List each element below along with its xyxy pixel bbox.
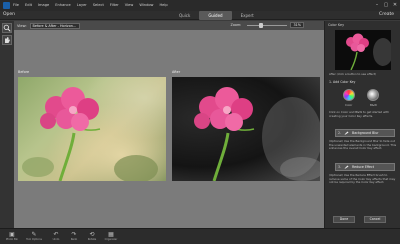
create-button[interactable]: Create	[379, 12, 394, 17]
mode-tabs: Quick Guided Expert	[170, 11, 263, 20]
step3-label: Reduce Effect	[352, 165, 375, 169]
photo-bin-button[interactable]: ▣ Photo Bin	[2, 231, 22, 241]
photo-bin-label: Photo Bin	[5, 238, 19, 241]
tab-expert[interactable]: Expert	[232, 11, 263, 20]
toolbox	[0, 21, 14, 228]
magnifier-icon[interactable]	[2, 23, 12, 33]
photo-bin-icon: ▣	[9, 231, 15, 238]
step1-description: Click on Color and B&W to get started wi…	[329, 110, 390, 118]
menu-layer[interactable]: Layer	[77, 0, 87, 11]
menu-select[interactable]: Select	[93, 0, 104, 11]
maximize-button[interactable]: ▢	[383, 2, 389, 8]
minimize-button[interactable]: –	[374, 2, 380, 8]
color-button[interactable]	[343, 89, 355, 101]
cancel-button[interactable]: Cancel	[364, 216, 386, 223]
view-select[interactable]: Before & After - Horizon...	[29, 22, 80, 29]
undo-label: Undo	[52, 238, 60, 241]
step3-description: (Optional) Use the Reduce Effect brush t…	[329, 173, 396, 185]
rotate-button[interactable]: ⟲ Rotate	[82, 231, 102, 241]
bw-label: B&W	[370, 103, 377, 107]
color-label: Color	[345, 103, 353, 107]
view-label: View:	[17, 23, 27, 28]
redo-icon: ↷	[71, 231, 77, 238]
before-image[interactable]	[18, 77, 166, 181]
reduce-effect-button[interactable]: 3. Reduce Effect	[335, 163, 395, 171]
reduce-brush-icon	[344, 164, 349, 170]
menu-image[interactable]: Image	[38, 0, 49, 11]
tool-options-icon: ✎	[31, 231, 37, 238]
tab-quick[interactable]: Quick	[170, 11, 199, 20]
panel-intro: After (click a button to see effect)	[329, 72, 377, 76]
tool-options-button[interactable]: ✎ Tool Options	[24, 231, 44, 241]
zoom-value[interactable]: 31%	[290, 22, 304, 28]
menu-filter[interactable]: Filter	[110, 0, 119, 11]
step1-heading: 1. Add Color Key	[329, 80, 356, 84]
bottom-bar: ▣ Photo Bin ✎ Tool Options ↶ Undo ↷ Redo…	[0, 228, 400, 244]
tab-guided[interactable]: Guided	[199, 11, 232, 20]
menu-bar: File Edit Image Enhance Layer Select Fil…	[0, 0, 400, 11]
step2-label: Background Blur	[352, 131, 379, 135]
close-button[interactable]: ✕	[392, 2, 398, 8]
rotate-label: Rotate	[87, 238, 97, 241]
menu-enhance[interactable]: Enhance	[55, 0, 71, 11]
step3-number: 3.	[338, 165, 342, 169]
mode-bar: Open Quick Guided Expert Create	[0, 11, 400, 20]
hand-icon[interactable]	[2, 35, 12, 45]
rotate-icon: ⟲	[89, 231, 95, 238]
color-key-panel: Color Key After (click a button to see e…	[324, 21, 400, 228]
menu-file[interactable]: File	[13, 0, 19, 11]
tool-options-label: Tool Options	[26, 238, 42, 241]
undo-button[interactable]: ↶ Undo	[46, 231, 66, 241]
panel-title: Color Key	[328, 23, 345, 27]
after-image[interactable]	[172, 77, 320, 181]
step2-description: (Optional) Use the Background Blur to fa…	[329, 139, 397, 151]
menu-help[interactable]: Help	[159, 0, 167, 11]
done-button[interactable]: Done	[333, 216, 355, 223]
after-label: After	[172, 70, 181, 74]
redo-label: Redo	[70, 238, 78, 241]
organizer-button[interactable]: ▦ Organizer	[101, 231, 121, 241]
zoom-slider-knob[interactable]	[259, 22, 264, 28]
background-blur-button[interactable]: 2. Background Blur	[335, 129, 395, 137]
before-label: Before	[18, 70, 30, 74]
zoom-slider[interactable]	[247, 22, 288, 28]
menu-edit[interactable]: Edit	[25, 0, 32, 11]
preview-thumbnail	[335, 30, 391, 70]
menu-window[interactable]: Window	[139, 0, 153, 11]
organizer-label: Organizer	[104, 238, 118, 241]
zoom-control: Zoom: 31%	[231, 22, 304, 28]
undo-icon: ↶	[53, 231, 59, 238]
step2-number: 2.	[338, 131, 342, 135]
zoom-label: Zoom:	[230, 23, 242, 27]
redo-button[interactable]: ↷ Redo	[64, 231, 84, 241]
app-logo	[3, 2, 10, 9]
options-bar: View: Before & After - Horizon... Zoom: …	[14, 21, 324, 30]
open-button[interactable]: Open	[3, 12, 15, 17]
bw-button[interactable]	[367, 89, 379, 101]
blur-brush-icon	[344, 130, 349, 136]
menu-view[interactable]: View	[125, 0, 134, 11]
organizer-icon: ▦	[108, 231, 114, 238]
